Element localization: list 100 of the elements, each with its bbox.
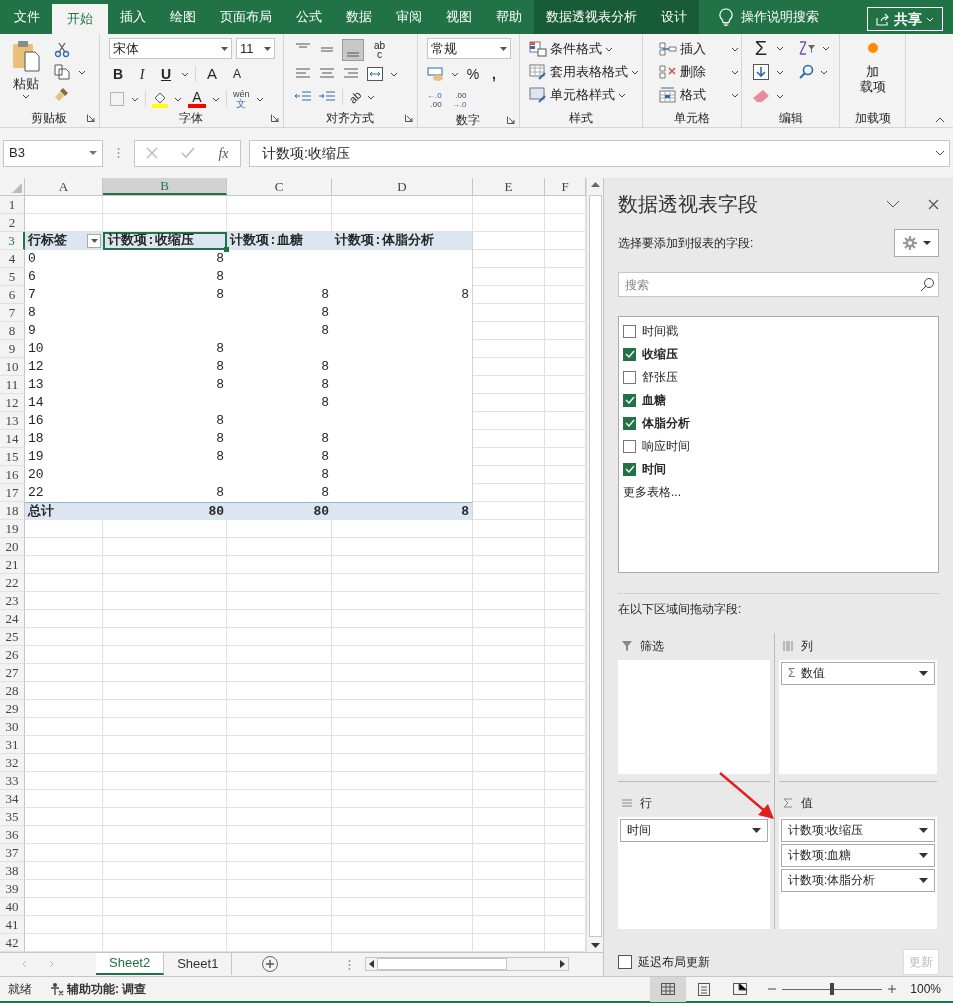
column-header[interactable]: D: [332, 178, 473, 195]
caret-icon[interactable]: [174, 96, 182, 102]
caret-icon[interactable]: [731, 69, 739, 75]
copy-icon[interactable]: [54, 64, 70, 80]
row-header[interactable]: 27: [0, 664, 25, 682]
row-header[interactable]: 20: [0, 538, 25, 556]
row-header[interactable]: 24: [0, 610, 25, 628]
paste-button[interactable]: 粘贴: [8, 40, 44, 109]
collapse-ribbon-icon[interactable]: [935, 117, 945, 123]
accessibility-status[interactable]: 辅助功能: 调查: [67, 980, 147, 998]
dropdown-arrow-icon[interactable]: [919, 670, 928, 676]
ribbon-tab[interactable]: 数据: [334, 0, 384, 34]
insert-function-button[interactable]: fx: [218, 142, 229, 164]
row-header[interactable]: 4: [0, 250, 25, 268]
row-header[interactable]: 33: [0, 772, 25, 790]
ribbon-tab[interactable]: 视图: [434, 0, 484, 34]
drag-handle-icon[interactable]: [348, 959, 352, 971]
ribbon-tab[interactable]: 绘图: [158, 0, 208, 34]
row-header[interactable]: 38: [0, 862, 25, 880]
comma-button[interactable]: ,: [487, 63, 501, 85]
merge-cells-icon[interactable]: [366, 66, 384, 82]
zoom-slider[interactable]: [782, 983, 883, 995]
tell-me-search[interactable]: 操作说明搜索: [741, 7, 819, 27]
caret-icon[interactable]: [131, 96, 139, 102]
dropdown-arrow-icon[interactable]: [919, 877, 928, 883]
row-header[interactable]: 39: [0, 880, 25, 898]
ribbon-tab[interactable]: 设计: [649, 0, 699, 34]
row-header[interactable]: 8: [0, 322, 25, 340]
field-chip[interactable]: 计数项:血糖: [781, 843, 935, 867]
ribbon-tab[interactable]: 插入: [108, 0, 158, 34]
sort-filter-icon[interactable]: [798, 39, 816, 57]
bold-button[interactable]: B: [109, 63, 127, 85]
field-label[interactable]: 血糖: [642, 391, 666, 409]
column-header[interactable]: C: [227, 178, 332, 195]
row-header[interactable]: 22: [0, 574, 25, 592]
font-name-field[interactable]: 宋体: [109, 38, 232, 59]
ribbon-tab[interactable]: 开始: [52, 4, 108, 34]
row-header[interactable]: 36: [0, 826, 25, 844]
field-label[interactable]: 体脂分析: [642, 414, 690, 432]
caret-icon[interactable]: [776, 93, 784, 99]
checkbox[interactable]: [618, 955, 632, 970]
checkbox[interactable]: [623, 393, 636, 407]
caret-icon[interactable]: [390, 71, 398, 77]
autosum-button[interactable]: Σ: [752, 38, 770, 58]
orientation-button[interactable]: ab: [344, 86, 366, 108]
checkbox[interactable]: [623, 462, 636, 476]
grow-font-button[interactable]: A: [202, 62, 222, 86]
row-header[interactable]: 34: [0, 790, 25, 808]
ribbon-tab[interactable]: 公式: [284, 0, 334, 34]
row-header[interactable]: 14: [0, 430, 25, 448]
caret-icon[interactable]: [78, 69, 86, 75]
row-header[interactable]: 13: [0, 412, 25, 430]
ribbon-tab[interactable]: 审阅: [384, 0, 434, 34]
dropdown-arrow-icon[interactable]: [919, 827, 928, 833]
lightbulb-icon[interactable]: [719, 8, 733, 26]
row-header[interactable]: 32: [0, 754, 25, 772]
expand-icon[interactable]: [935, 150, 945, 156]
fill-handle[interactable]: [224, 247, 229, 252]
caret-icon[interactable]: [631, 69, 639, 75]
caret-icon[interactable]: [255, 96, 264, 102]
phonetic-guide-button[interactable]: wén 文: [233, 90, 250, 108]
field-chip[interactable]: 计数项:收缩压: [781, 818, 935, 842]
search-field[interactable]: 搜索: [618, 272, 939, 297]
scroll-down-icon[interactable]: [590, 943, 600, 948]
column-header[interactable]: E: [473, 178, 545, 195]
align-bottom-icon[interactable]: [342, 38, 364, 61]
dropdown-arrow-icon[interactable]: [919, 852, 928, 858]
dropdown-arrow-icon[interactable]: [752, 827, 761, 833]
underline-button[interactable]: U: [157, 63, 175, 85]
checkbox[interactable]: [623, 370, 636, 384]
dialog-launcher-icon[interactable]: [271, 114, 279, 122]
ribbon-tab[interactable]: 数据透视表分析: [534, 0, 649, 34]
settings-button[interactable]: [894, 228, 939, 257]
close-icon[interactable]: [928, 198, 939, 210]
row-header[interactable]: 3: [0, 232, 25, 250]
font-color-button[interactable]: A: [188, 90, 206, 108]
check-icon[interactable]: [181, 147, 196, 159]
row-header[interactable]: 19: [0, 520, 25, 538]
formula-field[interactable]: 计数项:收缩压: [249, 139, 950, 167]
caret-icon[interactable]: [605, 46, 613, 52]
ribbon-tab[interactable]: 帮助: [484, 0, 534, 34]
search-icon[interactable]: [798, 64, 814, 80]
ribbon-menu-button[interactable]: 格式: [659, 85, 741, 105]
number-format-field[interactable]: 常规: [427, 38, 511, 59]
row-header[interactable]: 40: [0, 898, 25, 916]
zoom-slider-thumb[interactable]: [830, 983, 835, 995]
caret-icon[interactable]: [618, 92, 626, 98]
sheet-tab[interactable]: Sheet2: [96, 953, 165, 975]
caret-icon[interactable]: [776, 45, 784, 51]
italic-button[interactable]: I: [133, 63, 151, 85]
row-header[interactable]: 42: [0, 934, 25, 952]
dropdown-arrow-icon[interactable]: [264, 46, 271, 51]
ribbon-menu-button[interactable]: 条件格式: [529, 39, 642, 59]
caret-icon[interactable]: [731, 92, 739, 98]
row-header[interactable]: 7: [0, 304, 25, 322]
ribbon-tab[interactable]: 页面布局: [208, 0, 284, 34]
row-header[interactable]: 29: [0, 700, 25, 718]
dropdown-arrow-icon[interactable]: [221, 46, 228, 51]
row-header[interactable]: 23: [0, 592, 25, 610]
field-chip[interactable]: 时间: [620, 818, 768, 842]
